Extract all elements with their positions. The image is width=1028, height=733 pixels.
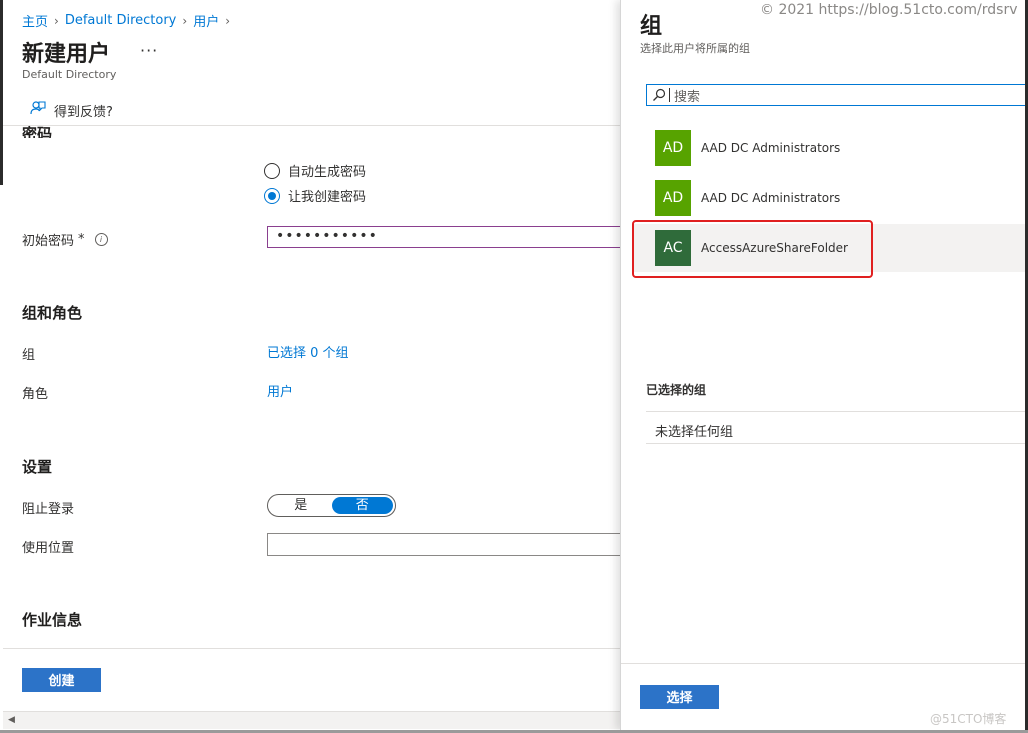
annotation-highlight-box — [632, 220, 873, 278]
initial-password-input[interactable]: ••••••••••• — [267, 226, 620, 248]
groups-roles-section-title: 组和角色 — [22, 304, 83, 322]
role-label: 角色 — [22, 387, 49, 402]
breadcrumb-directory[interactable]: Default Directory — [65, 13, 177, 28]
group-name: AAD DC Administrators — [701, 191, 841, 205]
selected-groups-empty: 未选择任何组 — [655, 425, 734, 440]
feedback-label: 得到反馈? — [54, 104, 113, 120]
password-section-title: 密码 — [22, 125, 53, 138]
group-avatar: AD — [655, 180, 691, 216]
toggle-option-no[interactable]: 否 — [331, 497, 393, 514]
usage-location-label: 使用位置 — [22, 541, 75, 556]
create-button[interactable]: 创建 — [22, 668, 101, 692]
watermark-bottom: @51CTO博客 — [930, 712, 1007, 726]
panel-subtitle: 选择此用户将所属的组 — [640, 42, 750, 55]
block-signin-toggle[interactable]: 是 否 — [267, 494, 396, 517]
toggle-option-yes[interactable]: 是 — [270, 497, 332, 514]
group-name: AAD DC Administrators — [701, 141, 841, 155]
radio-button[interactable] — [264, 162, 280, 179]
radio-auto-password[interactable]: 自动生成密码 — [264, 161, 366, 180]
chevron-right-icon: › — [54, 13, 59, 28]
selected-groups-divider-bottom — [646, 443, 1025, 444]
footer-divider — [3, 648, 620, 649]
scroll-left-icon[interactable]: ◀ — [8, 715, 15, 725]
panel-title: 组 — [640, 14, 663, 39]
text-cursor — [669, 88, 670, 102]
group-item[interactable]: AD AAD DC Administrators — [634, 124, 1025, 172]
groups-panel — [620, 0, 1026, 730]
selected-groups-title: 已选择的组 — [646, 383, 707, 397]
field-label-text: 初始密码 — [22, 234, 75, 249]
radio-manual-password[interactable]: 让我创建密码 — [264, 186, 366, 205]
more-options-icon[interactable]: ··· — [140, 41, 158, 60]
selected-groups-divider — [646, 411, 1025, 412]
groups-selected-link[interactable]: 已选择 0 个组 — [267, 342, 349, 361]
breadcrumb-home[interactable]: 主页 — [22, 11, 48, 30]
block-signin-label: 阻止登录 — [22, 502, 75, 517]
select-button[interactable]: 选择 — [640, 685, 719, 709]
panel-footer-divider — [621, 663, 1025, 664]
role-link[interactable]: 用户 — [267, 381, 293, 400]
toolbar-divider — [3, 125, 620, 126]
usage-location-dropdown[interactable] — [267, 533, 620, 556]
watermark-top: © 2021 https://blog.51cto.com/rdsrv — [760, 2, 1018, 18]
settings-section-title: 设置 — [22, 458, 53, 476]
horizontal-scrollbar[interactable]: ◀ — [3, 711, 620, 729]
info-icon[interactable]: i — [94, 233, 108, 246]
search-placeholder: 搜索 — [674, 89, 701, 105]
group-item[interactable]: AD AAD DC Administrators — [634, 174, 1025, 222]
radio-label: 自动生成密码 — [288, 165, 367, 180]
breadcrumb-users[interactable]: 用户 — [193, 11, 219, 30]
feedback-icon — [30, 100, 46, 120]
group-search-input[interactable]: 搜索 — [646, 84, 1025, 106]
job-info-section-title: 作业信息 — [22, 611, 83, 629]
initial-password-label: 初始密码 * i — [22, 230, 108, 249]
radio-button-checked[interactable] — [264, 187, 280, 204]
chevron-right-icon: › — [182, 13, 188, 28]
page-subtitle: Default Directory — [22, 68, 117, 81]
breadcrumb: 主页 › Default Directory › 用户 › — [22, 11, 230, 30]
group-avatar: AD — [655, 130, 691, 166]
page-title: 新建用户 — [22, 42, 111, 67]
feedback-button[interactable]: 得到反馈? — [30, 100, 113, 120]
radio-label: 让我创建密码 — [288, 190, 367, 205]
search-icon — [652, 88, 666, 102]
chevron-right-icon: › — [225, 13, 231, 28]
groups-label: 组 — [22, 348, 36, 363]
required-marker: * — [78, 232, 85, 247]
window-frame-left — [0, 0, 3, 185]
